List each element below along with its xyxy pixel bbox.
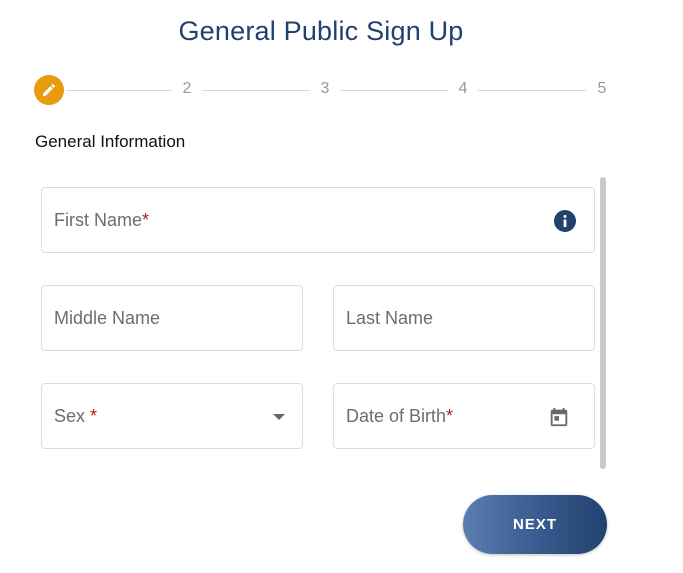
first-name-field[interactable]: First Name * bbox=[41, 187, 595, 253]
middle-name-label: Middle Name bbox=[54, 307, 161, 328]
sex-select[interactable]: Sex * bbox=[41, 383, 303, 449]
middle-name-field[interactable]: Middle Name bbox=[41, 285, 303, 351]
step-connector bbox=[202, 90, 310, 91]
step-4[interactable]: 4 bbox=[456, 80, 470, 98]
step-connector bbox=[340, 90, 448, 91]
date-of-birth-label: Date of Birth bbox=[346, 405, 447, 426]
next-button[interactable]: NEXT bbox=[463, 495, 607, 554]
sex-label: Sex bbox=[54, 405, 91, 426]
last-name-label: Last Name bbox=[346, 307, 434, 328]
pencil-icon bbox=[43, 83, 56, 96]
step-5[interactable]: 5 bbox=[595, 80, 609, 98]
required-marker: * bbox=[446, 405, 454, 426]
last-name-field[interactable]: Last Name bbox=[333, 285, 595, 351]
step-connector bbox=[66, 90, 172, 91]
step-2[interactable]: 2 bbox=[180, 80, 194, 98]
info-glyph bbox=[563, 215, 567, 227]
scrollbar[interactable] bbox=[600, 177, 606, 469]
required-marker: * bbox=[142, 209, 150, 230]
required-marker: * bbox=[90, 405, 98, 426]
step-1-active[interactable] bbox=[34, 75, 64, 105]
chevron-down-icon[interactable] bbox=[273, 414, 285, 420]
date-of-birth-field[interactable]: Date of Birth * bbox=[333, 383, 595, 449]
info-icon[interactable] bbox=[554, 210, 576, 232]
section-title: General Information bbox=[35, 132, 186, 151]
step-connector bbox=[478, 90, 586, 91]
step-3[interactable]: 3 bbox=[318, 80, 332, 98]
calendar-icon[interactable] bbox=[548, 406, 570, 428]
page-title: General Public Sign Up bbox=[178, 16, 464, 46]
first-name-label: First Name bbox=[54, 209, 143, 230]
